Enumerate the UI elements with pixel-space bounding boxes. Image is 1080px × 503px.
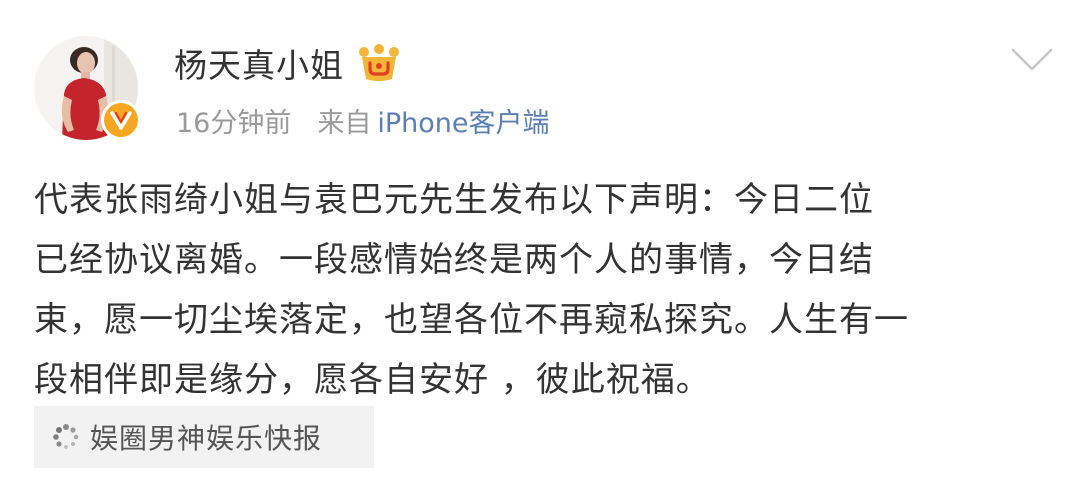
post-source-link[interactable]: iPhone客户端 [377, 101, 549, 140]
author-name[interactable]: 杨天真小姐 [174, 39, 344, 87]
author-row: 杨天真小姐 [174, 40, 400, 86]
verified-badge [101, 100, 141, 140]
vip-crown-icon[interactable] [358, 43, 400, 83]
spinner-icon [52, 423, 80, 451]
post-body-text: 代表张雨绮小姐与袁巴元先生发布以下声明：今日二位 已经协议离婚。一段感情始终是两… [34, 180, 909, 400]
topic-tag[interactable]: 娱圈男神娱乐快报 [34, 406, 374, 468]
chevron-down-icon[interactable] [1010, 46, 1054, 74]
from-label: 来自 [317, 107, 372, 139]
post-meta: 16分钟前 来自 iPhone客户端 [176, 100, 550, 140]
post-time: 16分钟前 [176, 107, 292, 139]
topic-label: 娱圈男神娱乐快报 [90, 422, 323, 455]
verified-v-icon [104, 103, 138, 137]
